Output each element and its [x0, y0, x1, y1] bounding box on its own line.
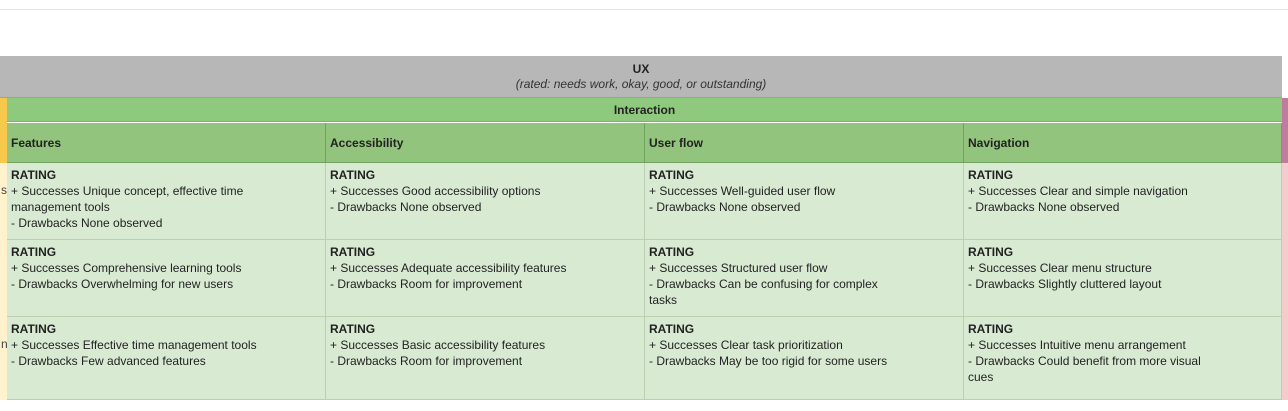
cell-text-line: - Drawbacks Can be confusing for complex [649, 277, 878, 291]
rating-label: RATING [11, 245, 57, 259]
cell-text-line: management tools [11, 200, 110, 214]
top-divider [0, 9, 1288, 10]
cell-text-line: tasks [649, 293, 678, 307]
cell-text-line: + Successes Structured user flow [649, 261, 828, 275]
rating-label: RATING [649, 168, 695, 182]
rating-label: RATING [330, 168, 376, 182]
rating-label: RATING [968, 168, 1014, 182]
cell-text-line: + Successes Basic accessibility features [330, 338, 546, 352]
cell-navigation-row-2[interactable]: RATING + Successes Clear menu structure - … [964, 240, 1282, 317]
cell-text-line: - Drawbacks Slightly cluttered layout [968, 277, 1162, 291]
cell-text-line: - Drawbacks None observed [968, 200, 1120, 214]
rating-label: RATING [649, 245, 695, 259]
column-header-accessibility[interactable]: Accessibility [326, 123, 645, 163]
rating-label: RATING [330, 322, 376, 336]
cell-text-line: - Drawbacks None observed [649, 200, 801, 214]
cell-text-line: - Drawbacks None observed [11, 216, 163, 230]
cell-text-line: - Drawbacks May be too rigid for some us… [649, 354, 888, 368]
cell-text-line: + Successes Intuitive menu arrangement [968, 338, 1186, 352]
cell-accessibility-row-3[interactable]: RATING + Successes Basic accessibility fe… [326, 317, 645, 400]
cell-text-line: + Successes Clear and simple navigation [968, 184, 1188, 198]
cell-text-line: - Drawbacks Could benefit from more visu… [968, 354, 1201, 368]
cell-text-line: - Drawbacks Few advanced features [11, 354, 206, 368]
cell-navigation-row-3[interactable]: RATING + Successes Intuitive menu arrange… [964, 317, 1282, 400]
cell-navigation-row-1[interactable]: RATING + Successes Clear and simple navig… [964, 163, 1282, 240]
cell-text-line: + Successes Adequate accessibility featu… [330, 261, 567, 275]
rating-label: RATING [330, 245, 376, 259]
cell-accessibility-row-2[interactable]: RATING + Successes Adequate accessibility… [326, 240, 645, 317]
rating-label: RATING [968, 322, 1014, 336]
rating-label: RATING [649, 322, 695, 336]
rating-label: RATING [11, 322, 57, 336]
cell-text-line: + Successes Effective time management to… [11, 338, 257, 352]
cell-user-flow-row-3[interactable]: RATING + Successes Clear task prioritizat… [645, 317, 964, 400]
cell-text-line: + Successes Well-guided user flow [649, 184, 836, 198]
cell-user-flow-row-1[interactable]: RATING + Successes Well-guided user flow -… [645, 163, 964, 240]
cell-text-line: + Successes Clear task prioritization [649, 338, 843, 352]
column-header-features[interactable]: Features [7, 123, 326, 163]
left-edge-cells[interactable] [0, 163, 7, 400]
cell-text-line: - Drawbacks Room for improvement [330, 277, 523, 291]
rating-label: RATING [11, 168, 57, 182]
column-header-user-flow[interactable]: User flow [645, 123, 964, 163]
ux-subtitle: (rated: needs work, okay, good, or outst… [515, 77, 767, 91]
rating-label: RATING [968, 245, 1014, 259]
cell-features-row-3[interactable]: RATING + Successes Effective time managem… [7, 317, 326, 400]
cell-features-row-2[interactable]: RATING + Successes Comprehensive learning… [7, 240, 326, 317]
cell-accessibility-row-1[interactable]: RATING + Successes Good accessibility opt… [326, 163, 645, 240]
cell-text-line: cues [968, 370, 994, 384]
cell-text-line: - Drawbacks None observed [330, 200, 482, 214]
cell-text-line: + Successes Comprehensive learning tools [11, 261, 242, 275]
cell-user-flow-row-2[interactable]: RATING + Successes Structured user flow - … [645, 240, 964, 317]
cell-text-line: - Drawbacks Overwhelming for new users [11, 277, 234, 291]
right-edge-cells[interactable] [1282, 163, 1288, 400]
cell-text-line: - Drawbacks Room for improvement [330, 354, 523, 368]
cell-text-line: + Successes Clear menu structure [968, 261, 1152, 275]
cell-features-row-1[interactable]: RATING + Successes Unique concept, effect… [7, 163, 326, 240]
cell-text-line: + Successes Unique concept, effective ti… [11, 184, 244, 198]
interaction-header[interactable]: Interaction [7, 98, 1282, 122]
cell-text-line: + Successes Good accessibility options [330, 184, 541, 198]
column-header-navigation[interactable]: Navigation [964, 123, 1282, 163]
ux-title: UX [632, 62, 650, 76]
ux-header[interactable]: UX (rated: needs work, okay, good, or ou… [0, 56, 1282, 98]
right-edge-column[interactable] [1282, 98, 1288, 163]
